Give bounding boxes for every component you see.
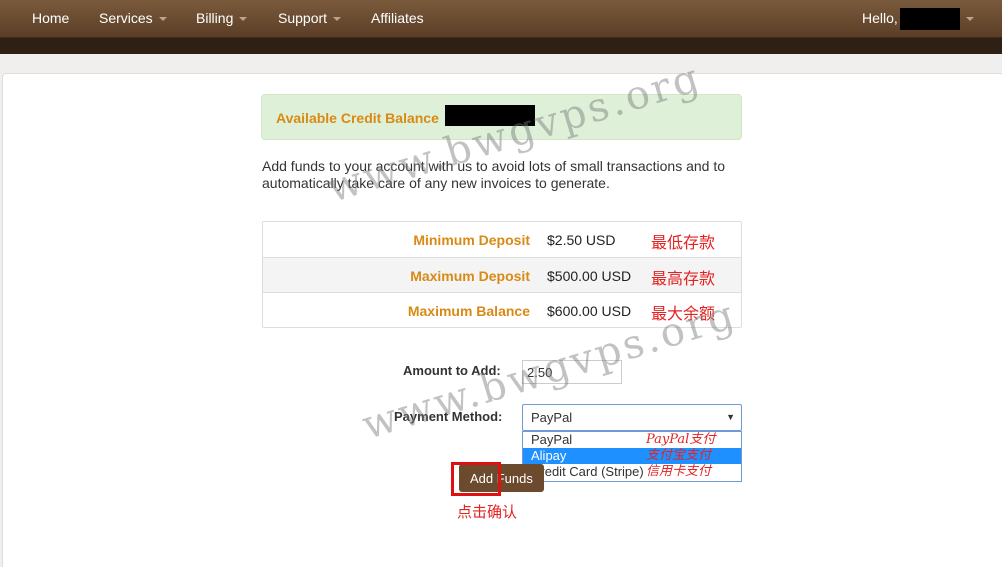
annotation-note: PayPal支付 [646,432,716,447]
limit-label: Minimum Deposit [413,232,530,248]
annotation-note: 信用卡支付 [646,464,712,479]
redacted-username [899,8,960,31]
chevron-down-icon [239,17,248,22]
nav-services[interactable]: Services [99,0,167,38]
nav-support[interactable]: Support [278,0,342,38]
payment-method-select[interactable]: PayPal ▼ [522,404,742,431]
payment-method-options: PayPal PayPal支付 Alipay 支付宝支付 Credit Card… [522,431,742,482]
amount-input[interactable] [522,360,622,384]
redacted-balance [445,105,535,126]
intro-text: Add funds to your account with us to avo… [262,158,726,191]
add-funds-button[interactable]: Add Funds [459,464,544,492]
table-row: Maximum Deposit $500.00 USD 最高存款 [263,257,741,292]
user-menu[interactable]: Hello, [862,0,974,38]
credit-balance-alert: Available Credit Balance [261,94,742,140]
chevron-down-icon [158,17,167,22]
confirm-annotation: 点击确认 [457,503,518,521]
dropdown-arrow-icon: ▼ [726,412,735,422]
credit-balance-label: Available Credit Balance [276,110,439,126]
annotation-note: 最高存款 [651,269,716,288]
limit-label: Maximum Deposit [410,268,530,284]
limit-value: $2.50 USD [547,232,616,248]
table-row: Maximum Balance $600.00 USD 最大余额 [263,292,741,327]
deposit-limits-table: Minimum Deposit $2.50 USD 最低存款 Maximum D… [262,221,742,328]
option-alipay[interactable]: Alipay 支付宝支付 [523,448,741,464]
chevron-down-icon [333,17,342,22]
limit-value: $600.00 USD [547,303,632,319]
option-paypal[interactable]: PayPal PayPal支付 [523,432,741,448]
top-navigation: Home Services Billing Support Affiliates… [0,0,1002,38]
option-credit-card[interactable]: Credit Card (Stripe) 信用卡支付 [523,464,741,480]
payment-selected-value: PayPal [531,410,573,425]
nav-billing[interactable]: Billing [196,0,248,38]
nav-home[interactable]: Home [32,0,69,38]
limit-value: $500.00 USD [547,268,632,284]
annotation-note: 支付宝支付 [646,448,712,463]
amount-label: Amount to Add: [403,363,501,378]
chevron-down-icon [965,17,974,22]
table-row: Minimum Deposit $2.50 USD 最低存款 [263,222,741,257]
payment-method-label: Payment Method: [394,409,503,424]
nav-affiliates[interactable]: Affiliates [371,0,424,38]
nav-subbar [0,38,1002,54]
annotation-note: 最低存款 [651,233,716,252]
annotation-note: 最大余额 [651,304,716,323]
limit-label: Maximum Balance [407,303,530,319]
